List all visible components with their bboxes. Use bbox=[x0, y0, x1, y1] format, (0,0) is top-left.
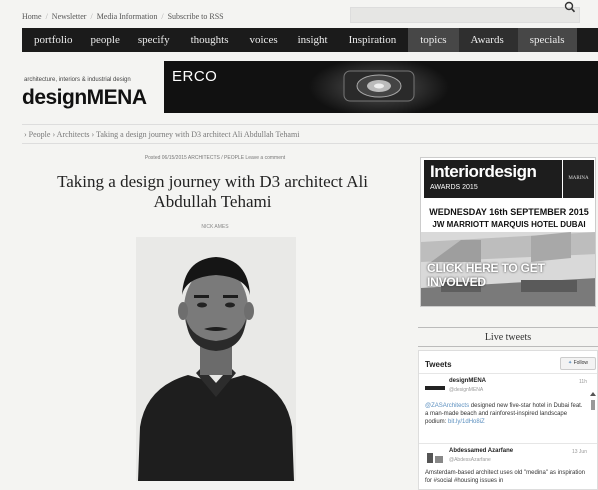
ad-date: WEDNESDAY 16th SEPTEMBER 2015 bbox=[429, 207, 589, 217]
tweets-title: Tweets bbox=[425, 360, 452, 369]
site-logo[interactable]: designMENA bbox=[22, 86, 147, 110]
ad-cta-button[interactable]: CLICK HERE TO GET INVOLVED bbox=[427, 261, 595, 289]
nav-item-portfolio[interactable]: portfolio bbox=[22, 28, 82, 52]
utility-link-home[interactable]: Home bbox=[22, 12, 42, 21]
tweet-time[interactable]: 13 Jun bbox=[572, 449, 587, 455]
follow-label: Follow bbox=[573, 360, 589, 366]
utility-link-media-information[interactable]: Media Information bbox=[97, 12, 158, 21]
article-author[interactable]: NICK AMES bbox=[70, 224, 360, 230]
search-input[interactable] bbox=[350, 7, 580, 23]
interior-design-awards-ad[interactable]: Interiordesign AWARDS 2015 MARINA WEDNES… bbox=[420, 157, 596, 307]
tweet-author-name[interactable]: designMENA bbox=[449, 378, 486, 384]
article-title: Taking a design journey with D3 architec… bbox=[57, 172, 368, 211]
tweet-text: Amsterdam-based architect uses old "medi… bbox=[425, 470, 586, 484]
banner-brand: ERCO bbox=[172, 68, 218, 85]
nav-item-topics[interactable]: topics bbox=[408, 28, 459, 52]
erco-banner-ad[interactable]: ERCO bbox=[164, 61, 598, 113]
separator: / bbox=[161, 11, 164, 21]
ad-venue: JW MARRIOTT MARQUIS HOTEL DUBAI bbox=[432, 220, 586, 229]
avatar[interactable] bbox=[425, 381, 445, 393]
live-tweets-heading: Live tweets bbox=[418, 327, 598, 347]
nav-item-specify[interactable]: specify bbox=[129, 28, 179, 52]
timeline-scrollbar[interactable] bbox=[590, 392, 596, 480]
utility-bar: Home / Newsletter / Media Information / … bbox=[22, 7, 598, 24]
tweet-author-name[interactable]: Abdessamed Azarfane bbox=[449, 448, 513, 454]
follow-button[interactable]: ✦ Follow bbox=[560, 357, 596, 370]
nav-item-people[interactable]: people bbox=[82, 28, 129, 52]
nav-item-specials[interactable]: specials bbox=[517, 28, 577, 52]
tweet-url-link[interactable]: bit.ly/1dHo8iZ bbox=[448, 419, 485, 425]
twitter-bird-icon: ✦ bbox=[567, 360, 573, 366]
divider bbox=[419, 373, 597, 374]
search-icon[interactable] bbox=[564, 0, 576, 14]
utility-link-newsletter[interactable]: Newsletter bbox=[52, 12, 87, 21]
nav-item-insight[interactable]: insight bbox=[287, 28, 339, 52]
tweet-time[interactable]: 11h bbox=[579, 379, 587, 385]
nav-item-thoughts[interactable]: thoughts bbox=[179, 28, 241, 52]
divider bbox=[419, 443, 597, 444]
nav-item-voices[interactable]: voices bbox=[241, 28, 287, 52]
nav-item-inspiration[interactable]: Inspiration bbox=[339, 28, 409, 52]
separator: / bbox=[45, 11, 48, 21]
avatar[interactable] bbox=[425, 451, 445, 463]
site-tagline: architecture, interiors & industrial des… bbox=[24, 77, 131, 83]
utility-links: Home / Newsletter / Media Information / … bbox=[22, 12, 224, 21]
separator: / bbox=[90, 11, 93, 21]
ad-brand: Interiordesign bbox=[430, 162, 537, 181]
utility-link-subscribe[interactable]: Subscribe to RSS bbox=[168, 12, 224, 21]
banner-luminaire-illustration bbox=[309, 61, 449, 113]
tweet-author-handle[interactable]: @designMENA bbox=[449, 387, 483, 393]
ad-header: Interiordesign AWARDS 2015 bbox=[424, 160, 562, 198]
main-nav: portfolio people specify thoughts voices… bbox=[22, 28, 598, 52]
twitter-timeline: Tweets ✦ Follow designMENA @designMENA 1… bbox=[418, 350, 598, 490]
portrait-illustration bbox=[138, 257, 294, 481]
breadcrumb[interactable]: › People › Architects › Taking a design … bbox=[22, 124, 598, 144]
tweet-text: @ZASArchitects designed new five-star ho… bbox=[425, 402, 585, 426]
ad-marina-logo: MARINA bbox=[563, 160, 594, 198]
tweet-mention-link[interactable]: @ZASArchitects bbox=[425, 403, 469, 409]
tweet-author-handle[interactable]: @AbdessAzarfane bbox=[449, 457, 491, 463]
article-meta: Posted 06/15/2015 ARCHITECTS / PEOPLE Le… bbox=[144, 155, 286, 161]
article-portrait-photo bbox=[136, 237, 296, 481]
ad-awards-label: AWARDS 2015 bbox=[430, 184, 478, 191]
nav-item-awards[interactable]: Awards bbox=[458, 28, 518, 52]
